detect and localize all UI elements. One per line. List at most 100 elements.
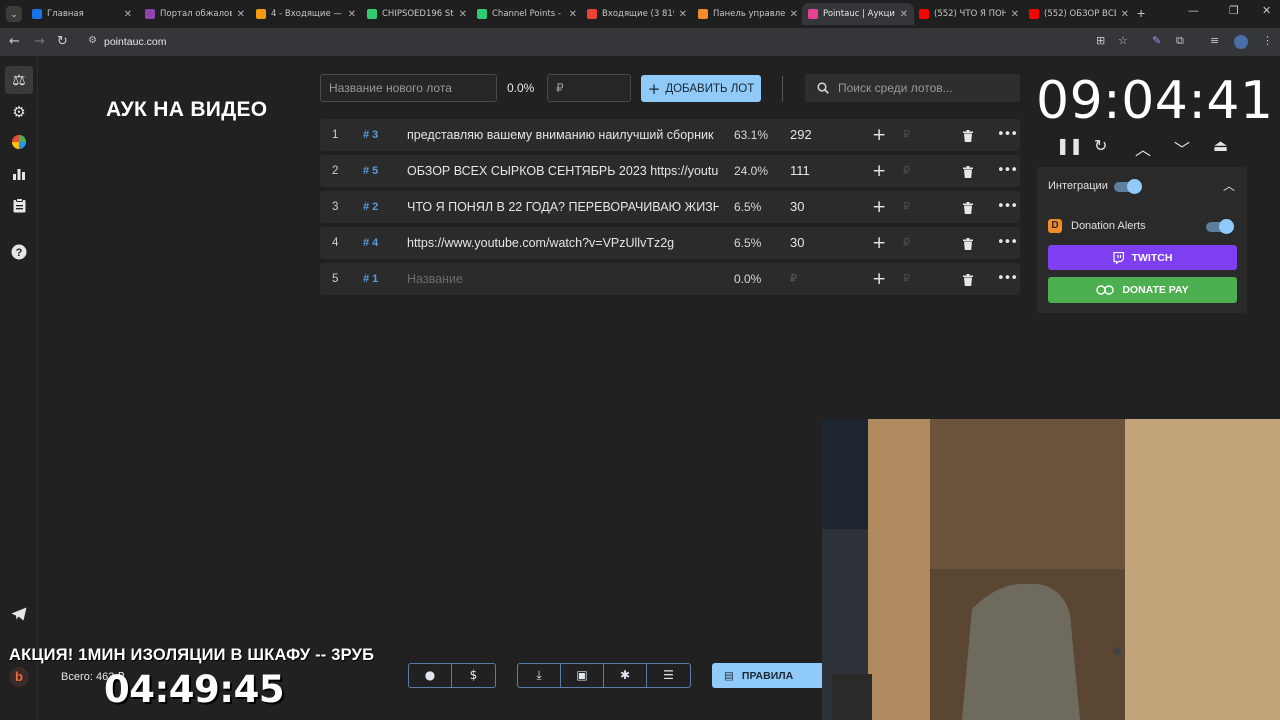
browser-tab[interactable]: CHIPSOED196 Str ✕ — [361, 3, 473, 25]
add-amount-plus-icon[interactable]: + — [872, 227, 886, 259]
close-window-icon[interactable]: ✕ — [1262, 4, 1271, 17]
lot-search-input[interactable]: Поиск среди лотов... — [805, 74, 1020, 102]
download-icon[interactable]: ⤓ — [518, 664, 561, 687]
history-clipboard-icon[interactable] — [9, 198, 29, 218]
more-options-icon[interactable]: ••• — [997, 227, 1018, 259]
minimize-icon[interactable]: — — [1188, 4, 1199, 17]
delete-trash-icon[interactable] — [963, 263, 973, 295]
browser-tab[interactable]: Панель управлен ✕ — [692, 3, 804, 25]
tab-favicon-icon — [477, 9, 487, 19]
forward-icon[interactable]: → — [34, 34, 45, 49]
wheel-icon[interactable] — [9, 134, 29, 154]
lot-amount[interactable]: 292 — [790, 119, 812, 151]
integrations-toggle[interactable] — [1114, 179, 1142, 194]
lot-add-amount-currency[interactable]: ₽ — [903, 191, 910, 223]
url-text[interactable]: pointauc.com — [104, 36, 166, 48]
new-lot-name-placeholder: Название нового лота — [329, 81, 452, 95]
delete-trash-icon[interactable] — [963, 227, 973, 259]
new-lot-name-input[interactable]: Название нового лота — [320, 74, 497, 102]
tab-close-icon[interactable]: ✕ — [1121, 9, 1129, 20]
browser-tab[interactable]: Channel Points - B ✕ — [471, 3, 583, 25]
tab-close-icon[interactable]: ✕ — [348, 9, 356, 20]
lot-name-input[interactable]: ОБЗОР ВСЕХ СЫРКОВ СЕНТЯБРЬ 2023 https://… — [407, 155, 719, 187]
auction-gavel-icon[interactable]: ⚖ — [5, 66, 33, 94]
settings-gear-icon[interactable]: ⚙ — [9, 102, 29, 122]
browser-menu-icon[interactable]: ⋮ — [1262, 34, 1273, 47]
tab-close-icon[interactable]: ✕ — [900, 9, 908, 20]
tab-close-icon[interactable]: ✕ — [569, 9, 577, 20]
site-info-icon[interactable]: ⚙ — [88, 35, 97, 46]
restore-icon[interactable]: ❐ — [1229, 4, 1239, 17]
telegram-icon[interactable] — [9, 606, 29, 626]
delete-trash-icon[interactable] — [963, 119, 973, 151]
lot-add-amount-currency[interactable]: ₽ — [903, 227, 910, 259]
translate-icon[interactable]: ⊞ — [1096, 34, 1105, 47]
lot-add-amount-currency[interactable]: ₽ — [903, 119, 910, 151]
browser-tab[interactable]: 4 - Входящие — М ✕ — [250, 3, 362, 25]
rules-button[interactable]: ▤ ПРАВИЛА — [712, 663, 822, 688]
profile-avatar[interactable] — [1234, 35, 1248, 49]
add-time-chevron-up-icon[interactable]: ︿ — [1135, 136, 1151, 160]
collapse-chevron-icon[interactable]: ︿ — [1223, 177, 1235, 194]
back-icon[interactable]: ← — [9, 34, 20, 49]
lot-amount[interactable]: 111 — [790, 155, 810, 187]
lot-amount[interactable]: 30 — [790, 191, 804, 223]
lot-index: 2 — [332, 165, 339, 177]
bookmark-star-icon[interactable]: ☆ — [1118, 34, 1128, 47]
lot-name-input[interactable]: ЧТО Я ПОНЯЛ В 22 ГОДА? ПЕРЕВОРАЧИВАЮ ЖИЗ… — [407, 191, 719, 223]
extensions-icon[interactable]: ⧉ — [1176, 34, 1184, 48]
browser-tab[interactable]: Входящие (3 819) ✕ — [581, 3, 693, 25]
clear-list-icon[interactable]: ☰ — [647, 664, 690, 687]
browser-tab[interactable]: Портал обжалован ✕ — [139, 3, 251, 25]
lot-amount[interactable]: 30 — [790, 227, 804, 259]
extension-pen-icon[interactable]: ✎ — [1152, 34, 1161, 47]
tab-close-icon[interactable]: ✕ — [1011, 9, 1019, 20]
more-options-icon[interactable]: ••• — [997, 263, 1018, 295]
address-bar[interactable] — [80, 30, 1140, 54]
lot-add-amount-currency[interactable]: ₽ — [903, 155, 910, 187]
lot-name-input[interactable]: Название — [407, 263, 719, 295]
double-add-time-icon[interactable]: ⏏ — [1213, 136, 1228, 155]
more-options-icon[interactable]: ••• — [997, 119, 1018, 151]
tab-close-icon[interactable]: ✕ — [679, 9, 687, 20]
browser-tab[interactable]: Pointauc | Аукцио ✕ — [802, 3, 914, 25]
browser-tab[interactable]: Главная ✕ — [26, 3, 138, 25]
reset-timer-icon[interactable]: ↻ — [1094, 136, 1107, 155]
add-amount-plus-icon[interactable]: + — [872, 119, 886, 151]
lot-name-input[interactable]: https://www.youtube.com/watch?v=VPzUllvT… — [407, 227, 719, 259]
tab-close-icon[interactable]: ✕ — [459, 9, 467, 20]
github-icon[interactable]: ● — [409, 664, 452, 687]
help-icon[interactable]: ? — [9, 244, 29, 264]
tab-close-icon[interactable]: ✕ — [237, 9, 245, 20]
more-options-icon[interactable]: ••• — [997, 155, 1018, 187]
delete-trash-icon[interactable] — [963, 155, 973, 187]
statistics-icon[interactable] — [9, 166, 29, 186]
tab-search-button[interactable]: ⌄ — [6, 6, 22, 22]
subtract-time-chevron-down-icon[interactable]: ﹀ — [1174, 136, 1190, 160]
donate-pay-button[interactable]: DONATE PAY — [1048, 277, 1237, 303]
more-options-icon[interactable]: ••• — [997, 191, 1018, 223]
browser-tab[interactable]: (552) ОБЗОР ВСЕ ✕ — [1023, 3, 1135, 25]
lot-name-input[interactable]: представляю вашему вниманию наилучший сб… — [407, 119, 719, 151]
pause-icon[interactable]: ❚❚ — [1056, 136, 1083, 155]
donate-dollar-icon[interactable]: $ — [452, 664, 495, 687]
media-control-icon[interactable]: ≡ — [1210, 34, 1219, 47]
tab-close-icon[interactable]: ✕ — [790, 9, 798, 20]
twitch-button[interactable]: TWITCH — [1048, 245, 1237, 270]
delete-trash-icon[interactable] — [963, 191, 973, 223]
add-amount-plus-icon[interactable]: + — [872, 191, 886, 223]
new-lot-amount-input[interactable]: ₽ — [547, 74, 631, 102]
save-icon[interactable]: ▣ — [561, 664, 604, 687]
tab-close-icon[interactable]: ✕ — [124, 9, 132, 20]
lot-amount[interactable]: ₽ — [790, 263, 797, 295]
browser-tab[interactable]: (552) ЧТО Я ПОН ✕ — [913, 3, 1025, 25]
add-lot-button[interactable]: + ДОБАВИТЬ ЛОТ — [641, 75, 761, 102]
donation-alerts-toggle[interactable] — [1206, 219, 1234, 234]
bug-report-icon[interactable]: ✱ — [604, 664, 647, 687]
lot-add-amount-currency[interactable]: ₽ — [903, 263, 910, 295]
new-tab-button[interactable]: + — [1137, 5, 1145, 21]
browser-toolbar: ← → ↻ — [0, 28, 1280, 56]
reload-icon[interactable]: ↻ — [57, 34, 68, 49]
add-amount-plus-icon[interactable]: + — [872, 263, 886, 295]
add-amount-plus-icon[interactable]: + — [872, 155, 886, 187]
